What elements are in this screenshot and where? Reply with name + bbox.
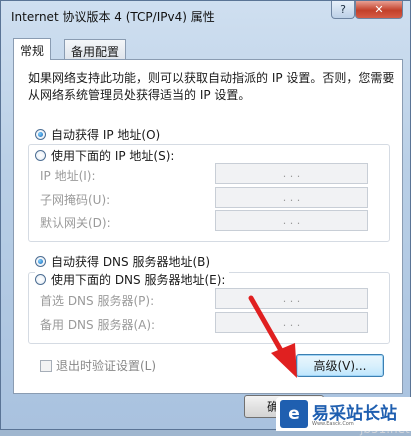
auto-dns-radio[interactable]	[35, 256, 46, 267]
validate-on-exit-checkbox[interactable]	[40, 359, 52, 372]
manual-ip-label: 使用下面的 IP 地址(S):	[51, 149, 175, 163]
preferred-dns-label: 首选 DNS 服务器(P):	[40, 294, 155, 308]
preferred-dns-value: . . .	[282, 292, 301, 305]
auto-dns-label: 自动获得 DNS 服务器地址(B)	[51, 255, 211, 269]
ip-address-label: IP 地址(I):	[40, 169, 96, 183]
subnet-mask-input[interactable]: . . .	[215, 187, 368, 208]
tab-panel-general: 如果网络支持此功能，则可以获取自动指派的 IP 设置。否则，您需要从网络系统管理…	[13, 59, 410, 436]
validate-on-exit-label: 退出时验证设置(L)	[56, 359, 157, 373]
manual-dns-radio[interactable]	[35, 274, 46, 285]
validate-on-exit-option[interactable]: 退出时验证设置(L)	[40, 357, 156, 374]
watermark-logo-icon: e	[280, 400, 308, 428]
alternate-dns-label: 备用 DNS 服务器(A):	[40, 318, 156, 332]
site-watermark: e 易采站长站 Www.Easck.Com	[276, 397, 411, 431]
auto-dns-option[interactable]: 自动获得 DNS 服务器地址(B)	[35, 253, 215, 270]
auto-ip-option[interactable]: 自动获得 IP 地址(O)	[35, 126, 165, 143]
ip-address-value: . . .	[282, 167, 301, 180]
subnet-mask-label: 子网掩码(U):	[40, 193, 111, 207]
dialog-window: Internet 协议版本 4 (TCP/IPv4) 属性 ? ✕ 常规 备用配…	[0, 0, 411, 436]
help-button[interactable]: ?	[331, 1, 355, 19]
tab-alternate-configuration[interactable]: 备用配置	[64, 39, 127, 59]
manual-ip-option[interactable]: 使用下面的 IP 地址(S):	[35, 147, 179, 164]
close-button[interactable]: ✕	[355, 1, 403, 19]
alternate-dns-value: . . .	[282, 316, 301, 329]
default-gateway-value: . . .	[282, 214, 301, 227]
tab-general[interactable]: 常规	[13, 38, 52, 60]
ip-address-input[interactable]: . . .	[215, 163, 368, 184]
description-text: 如果网络支持此功能，则可以获取自动指派的 IP 设置。否则，您需要从网络系统管理…	[28, 71, 395, 102]
help-icon: ?	[340, 3, 346, 16]
window-title: Internet 协议版本 4 (TCP/IPv4) 属性	[11, 10, 215, 24]
auto-ip-label: 自动获得 IP 地址(O)	[51, 128, 161, 142]
default-gateway-label: 默认网关(D):	[40, 216, 111, 230]
close-icon: ✕	[374, 3, 384, 16]
default-gateway-input[interactable]: . . .	[215, 210, 368, 231]
manual-dns-label: 使用下面的 DNS 服务器地址(E):	[51, 273, 226, 287]
title-bar[interactable]: Internet 协议版本 4 (TCP/IPv4) 属性 ? ✕	[1, 1, 410, 31]
subnet-mask-value: . . .	[282, 191, 301, 204]
alternate-dns-input[interactable]: . . .	[215, 312, 368, 333]
auto-ip-radio[interactable]	[35, 129, 46, 140]
watermark-subtext: Www.Easck.Com	[312, 421, 354, 427]
preferred-dns-input[interactable]: . . .	[215, 288, 368, 309]
advanced-button[interactable]: 高级(V)...	[296, 354, 384, 377]
manual-ip-radio[interactable]	[35, 150, 46, 161]
manual-dns-option[interactable]: 使用下面的 DNS 服务器地址(E):	[35, 271, 230, 288]
